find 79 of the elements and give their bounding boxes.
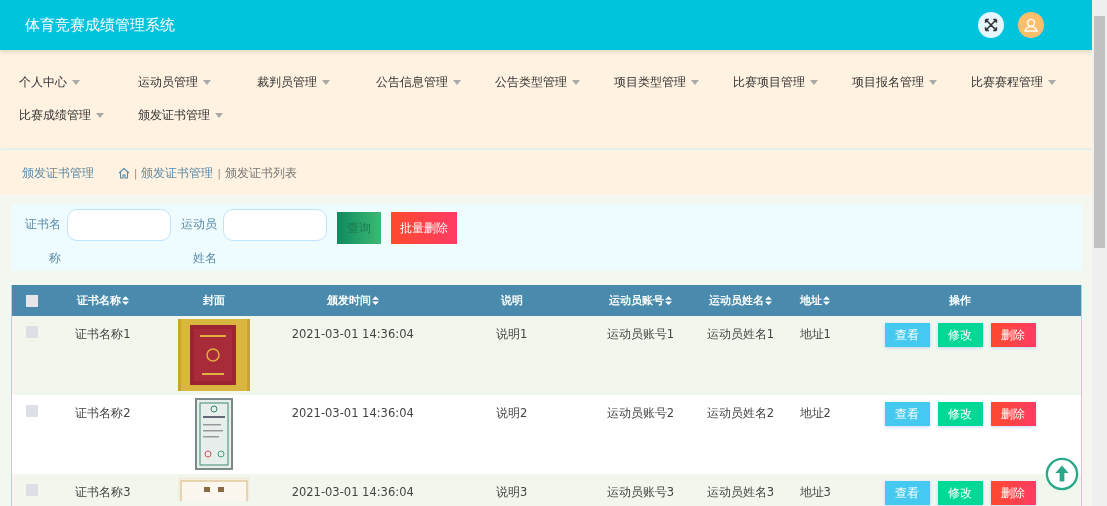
delete-button[interactable]: 删除 (990, 481, 1036, 505)
menu-item[interactable]: 裁判员管理 (257, 72, 376, 92)
column-header[interactable]: 证书名称 (76, 293, 129, 308)
column-header[interactable]: 运动员账号 (608, 293, 672, 308)
table-cell: 运动员姓名2 (706, 406, 774, 421)
caret-icon (215, 112, 223, 118)
column-header: 封面 (202, 293, 225, 308)
menu-item[interactable]: 运动员管理 (138, 72, 257, 92)
view-button[interactable]: 查看 (884, 402, 930, 426)
view-button[interactable]: 查看 (884, 481, 930, 505)
delete-button[interactable]: 删除 (990, 323, 1036, 347)
breadcrumb-separator: | (134, 167, 138, 179)
column-header: 操作 (949, 293, 972, 308)
column-header: 说明 (500, 293, 523, 308)
field-label: 证书名称 (25, 216, 61, 267)
table-cell: 说明3 (495, 485, 528, 500)
home-icon[interactable] (118, 167, 130, 179)
batch-delete-button[interactable]: 批量删除 (391, 212, 457, 244)
table-cell: 运动员账号2 (606, 406, 675, 421)
menu-item[interactable]: 比赛项目管理 (733, 72, 852, 92)
sort-icon[interactable] (121, 296, 129, 305)
table-cell: 证书名称2 (75, 406, 131, 421)
scrollbar[interactable] (1092, 0, 1107, 506)
delete-button[interactable]: 删除 (990, 402, 1036, 426)
row-checkbox[interactable] (26, 405, 38, 417)
caret-icon (572, 79, 580, 85)
sort-icon[interactable] (823, 296, 831, 305)
row-checkbox[interactable] (26, 326, 38, 338)
menu-item[interactable]: 项目类型管理 (614, 72, 733, 92)
menu-item[interactable]: 个人中心 (19, 72, 138, 92)
table-cell: 证书名称1 (75, 327, 131, 342)
menu-item[interactable]: 比赛赛程管理 (971, 72, 1090, 92)
menu-item[interactable]: 公告信息管理 (376, 72, 495, 92)
table-cell: 2021-03-01 14:36:04 (291, 485, 414, 499)
select-all-checkbox[interactable] (26, 294, 38, 307)
table-cell: 运动员账号3 (606, 485, 675, 500)
caret-icon (322, 79, 330, 85)
menu-item[interactable]: 颁发证书管理 (138, 105, 257, 125)
sort-icon[interactable] (664, 296, 672, 305)
field-label: 运动员姓名 (181, 216, 217, 267)
caret-icon (691, 79, 699, 85)
app-title: 体育竞赛成绩管理系统 (25, 15, 175, 35)
table-cell: 地址3 (799, 485, 831, 500)
menu-item[interactable]: 比赛成绩管理 (19, 105, 138, 125)
table-cell: 2021-03-01 14:36:04 (291, 406, 414, 420)
avatar-icon[interactable] (1018, 12, 1044, 38)
menu-item[interactable]: 项目报名管理 (852, 72, 971, 92)
page-title: 颁发证书管理 (22, 165, 94, 181)
caret-icon (453, 79, 461, 85)
column-header[interactable]: 地址 (800, 293, 831, 308)
row-checkbox[interactable] (26, 484, 38, 496)
caret-icon (203, 79, 211, 85)
table-cell: 运动员账号1 (606, 327, 675, 342)
table-cell: 地址2 (799, 406, 831, 421)
search-field[interactable] (67, 209, 171, 241)
menu-item[interactable]: 公告类型管理 (495, 72, 614, 92)
table-cell: 证书名称3 (75, 485, 131, 500)
column-header[interactable]: 运动员姓名 (708, 293, 772, 308)
table-cell: 说明1 (495, 327, 528, 342)
back-to-top-icon[interactable] (1045, 457, 1079, 491)
caret-icon (1048, 79, 1056, 85)
sort-icon[interactable] (764, 296, 772, 305)
caret-icon (72, 79, 80, 85)
column-header[interactable]: 颁发时间 (326, 293, 379, 308)
caret-icon (929, 79, 937, 85)
breadcrumb-link[interactable]: 颁发证书列表 (224, 165, 297, 181)
table-cell: 地址1 (799, 327, 831, 342)
table-cell: 2021-03-01 14:36:04 (291, 327, 414, 341)
search-field[interactable] (223, 209, 327, 241)
table-cell: 运动员姓名1 (706, 327, 774, 342)
breadcrumb-separator: | (217, 167, 221, 179)
sort-icon[interactable] (371, 296, 379, 305)
caret-icon (96, 112, 104, 118)
caret-icon (810, 79, 818, 85)
table-cell: 说明2 (495, 406, 528, 421)
view-button[interactable]: 查看 (884, 323, 930, 347)
fullscreen-icon[interactable] (978, 12, 1004, 38)
table-cell: 运动员姓名3 (706, 485, 774, 500)
breadcrumb-link[interactable]: 颁发证书管理 (141, 165, 214, 181)
